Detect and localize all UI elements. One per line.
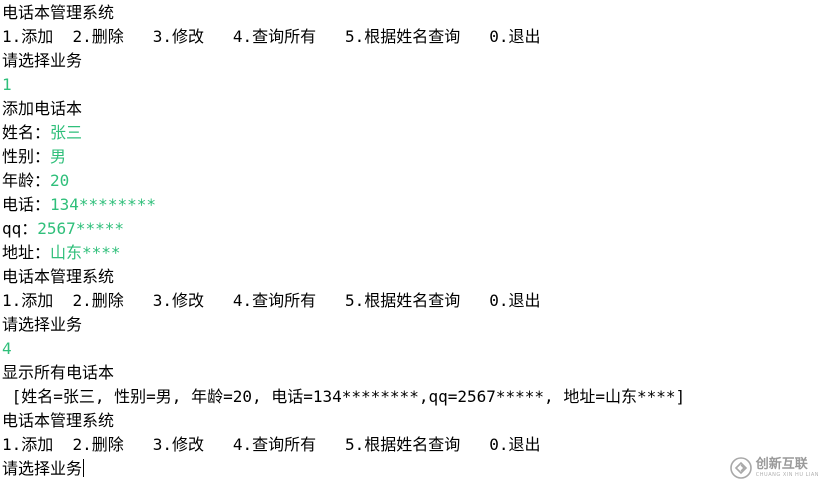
program-output-text: 1.添加 2.删除 3.修改 4.查询所有 5.根据姓名查询 0.退出: [2, 27, 541, 46]
console-line: 请选择业务: [2, 457, 817, 481]
console-line: [姓名=张三, 性别=男, 年龄=20, 电话=134********,qq=2…: [2, 385, 817, 409]
console-output[interactable]: 电话本管理系统 1.添加 2.删除 3.修改 4.查询所有 5.根据姓名查询 0.…: [2, 1, 817, 481]
console-line: 电话本管理系统: [2, 409, 817, 433]
console-line: 性别：男: [2, 145, 817, 169]
console-line: 电话：134********: [2, 193, 817, 217]
console-line: 1.添加 2.删除 3.修改 4.查询所有 5.根据姓名查询 0.退出: [2, 289, 817, 313]
console-line: 1.添加 2.删除 3.修改 4.查询所有 5.根据姓名查询 0.退出: [2, 433, 817, 457]
program-output-text: 1.添加 2.删除 3.修改 4.查询所有 5.根据姓名查询 0.退出: [2, 291, 541, 310]
user-input-text: 山东****: [50, 243, 121, 262]
user-input-text: 2567*****: [37, 219, 124, 238]
console-line: 电话本管理系统: [2, 1, 817, 25]
user-input-text: 20: [50, 171, 70, 190]
console-line: 添加电话本: [2, 97, 817, 121]
program-output-text: 电话：: [2, 195, 51, 214]
console-line: 请选择业务: [2, 313, 817, 337]
text-cursor: [83, 459, 85, 477]
user-input-text: 张三: [50, 123, 83, 142]
user-input-text: 男: [50, 147, 67, 166]
console-line: 电话本管理系统: [2, 265, 817, 289]
program-output-text: 添加电话本: [2, 99, 83, 118]
user-input-text: 1: [2, 75, 12, 94]
console-line: 请选择业务: [2, 49, 817, 73]
console-line: 1: [2, 73, 817, 97]
program-output-text: 电话本管理系统: [2, 3, 115, 22]
user-input-text: 4: [2, 339, 12, 358]
program-output-text: 请选择业务: [2, 459, 83, 478]
watermark: 创新互联 CHUANG XIN HU LIAN: [729, 457, 819, 479]
program-output-text: 1.添加 2.删除 3.修改 4.查询所有 5.根据姓名查询 0.退出: [2, 435, 541, 454]
watermark-brand-subtext: CHUANG XIN HU LIAN: [755, 472, 819, 478]
watermark-brand-text: 创新互联: [755, 457, 808, 472]
console-line: 姓名：张三: [2, 121, 817, 145]
program-output-text: 地址：: [2, 243, 51, 262]
console-line: qq：2567*****: [2, 217, 817, 241]
program-output-text: 电话本管理系统: [2, 267, 115, 286]
program-output-text: 请选择业务: [2, 315, 83, 334]
console-line: 年龄：20: [2, 169, 817, 193]
program-output-text: 电话本管理系统: [2, 411, 115, 430]
console-line: 4: [2, 337, 817, 361]
user-input-text: 134********: [50, 195, 156, 214]
program-output-text: 性别：: [2, 147, 51, 166]
console-line: 显示所有电话本: [2, 361, 817, 385]
program-output-text: qq：: [2, 219, 38, 238]
program-output-text: [姓名=张三, 性别=男, 年龄=20, 电话=134********,qq=2…: [2, 387, 686, 406]
chuangxin-logo-icon: [729, 457, 752, 479]
console-line: 地址：山东****: [2, 241, 817, 265]
program-output-text: 请选择业务: [2, 51, 83, 70]
console-line: 1.添加 2.删除 3.修改 4.查询所有 5.根据姓名查询 0.退出: [2, 25, 817, 49]
program-output-text: 年龄：: [2, 171, 51, 190]
program-output-text: 姓名：: [2, 123, 51, 142]
program-output-text: 显示所有电话本: [2, 363, 115, 382]
